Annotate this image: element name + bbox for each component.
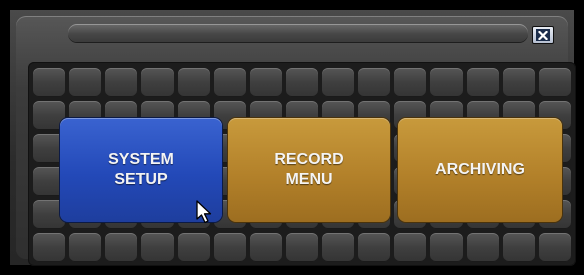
- grid-tile: [105, 233, 138, 262]
- grid-tile: [213, 68, 246, 97]
- grid-tile: [538, 233, 571, 262]
- dvr-menu-window: SYSTEM SETUP RECORD MENU ARCHIVING: [0, 0, 584, 275]
- grid-tile: [394, 233, 427, 262]
- grid-tile: [177, 68, 210, 97]
- grid-tile: [502, 233, 535, 262]
- grid-tile: [538, 68, 571, 97]
- title-bar: [68, 24, 528, 42]
- grid-tile: [249, 233, 282, 262]
- grid-tile: [322, 68, 355, 97]
- grid-tile: [285, 68, 319, 97]
- grid-tile: [285, 233, 319, 262]
- grid-tile: [141, 233, 174, 262]
- archiving-button[interactable]: ARCHIVING: [398, 118, 562, 222]
- grid-tile: [394, 68, 427, 97]
- close-button[interactable]: [532, 26, 554, 44]
- archiving-label: ARCHIVING: [435, 161, 525, 178]
- grid-tile: [466, 233, 499, 262]
- grid-tile: [249, 68, 282, 97]
- grid-tile: [322, 233, 355, 262]
- close-x-icon: [536, 29, 550, 41]
- grid-tile: [141, 68, 174, 97]
- grid-tile: [213, 233, 246, 262]
- grid-tile: [430, 68, 463, 97]
- record-menu-label: RECORD MENU: [274, 151, 344, 188]
- grid-tile: [502, 68, 535, 97]
- grid-tile: [33, 68, 66, 97]
- system-setup-button[interactable]: SYSTEM SETUP: [60, 118, 222, 222]
- grid-tile: [33, 233, 66, 262]
- grid-tile: [69, 68, 102, 97]
- record-menu-button[interactable]: RECORD MENU: [228, 118, 390, 222]
- grid-tile: [177, 233, 210, 262]
- system-setup-label: SYSTEM SETUP: [108, 151, 174, 188]
- grid-tile: [105, 68, 138, 97]
- grid-tile: [430, 233, 463, 262]
- grid-tile: [69, 233, 102, 262]
- grid-tile: [358, 233, 391, 262]
- grid-tile: [466, 68, 499, 97]
- grid-tile: [358, 68, 391, 97]
